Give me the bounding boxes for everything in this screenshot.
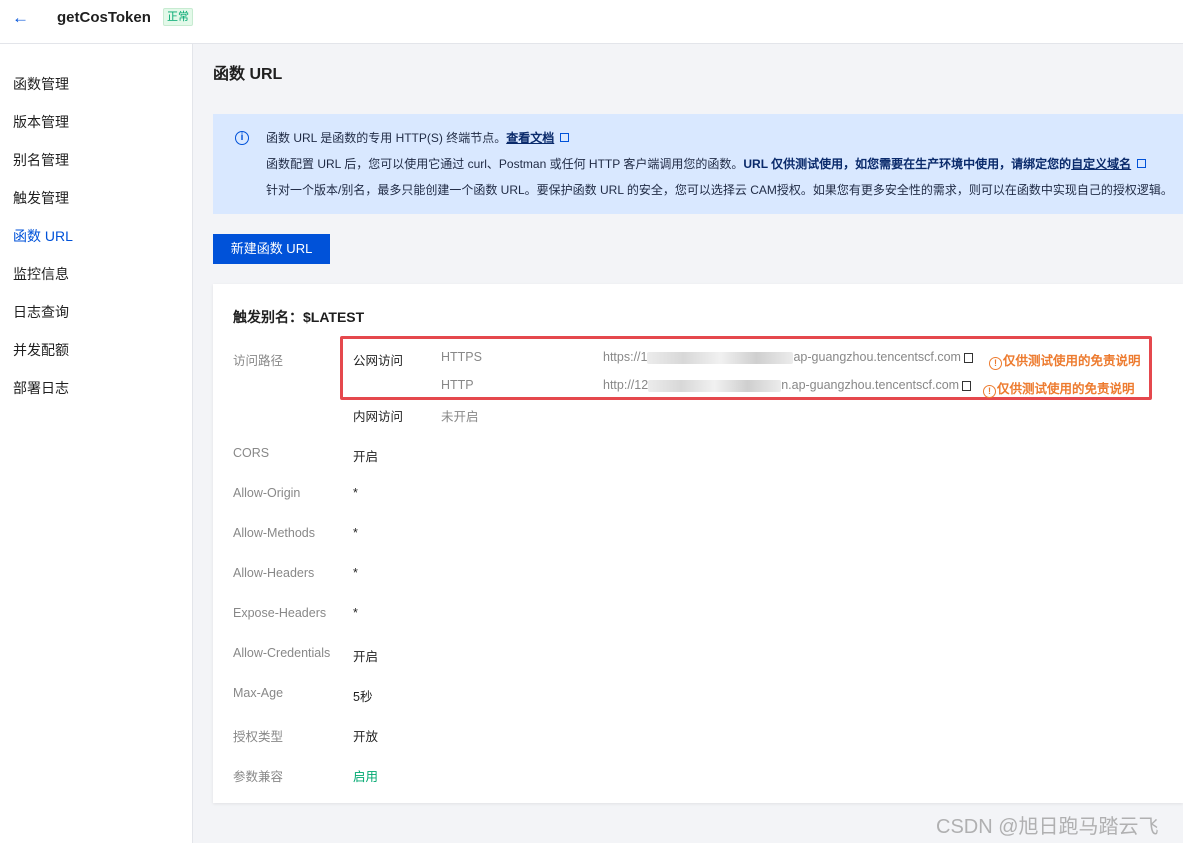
- info-line-3: 针对一个版本/别名，最多只能创建一个函数 URL。要保护函数 URL 的安全，您…: [266, 183, 1173, 197]
- sidebar-item-alias-management[interactable]: 别名管理: [13, 150, 69, 170]
- redacted-area: [648, 379, 782, 392]
- param-compat-label: 参数兼容: [233, 770, 284, 784]
- top-bar: ← getCosToken 正常: [0, 0, 1183, 44]
- watermark: CSDN @旭日跑马踏云飞: [936, 816, 1159, 838]
- sidebar-item-version-management[interactable]: 版本管理: [13, 112, 69, 132]
- http-protocol: HTTP: [441, 378, 474, 392]
- allow-origin-value: *: [353, 486, 358, 500]
- cors-label: CORS: [233, 446, 270, 460]
- view-docs-link[interactable]: 查看文档: [506, 131, 554, 145]
- external-link-icon: [1137, 159, 1147, 168]
- custom-domain-link[interactable]: 自定义域名: [1071, 157, 1131, 171]
- status-badge: 正常: [163, 8, 193, 26]
- http-url-prefix: http://12: [603, 378, 649, 392]
- warning-icon: !: [989, 357, 1002, 370]
- cors-value: 开启: [353, 450, 379, 464]
- https-url-prefix: https://1: [603, 350, 648, 364]
- max-age-value: 5秒: [353, 690, 373, 704]
- trigger-alias-title: 触发别名：$LATEST: [233, 309, 365, 325]
- http-disclaimer-link[interactable]: ! 仅供测试使用的免责说明: [983, 378, 1135, 398]
- https-disclaimer-link[interactable]: ! 仅供测试使用的免责说明: [989, 350, 1141, 370]
- sidebar-item-trigger-management[interactable]: 触发管理: [13, 188, 69, 208]
- create-function-url-button[interactable]: 新建函数 URL: [213, 234, 330, 264]
- allow-methods-value: *: [353, 526, 358, 540]
- private-access-value: 未开启: [441, 410, 479, 424]
- info-line-1: 函数 URL 是函数的专用 HTTP(S) 终端节点。查看文档: [266, 129, 570, 147]
- private-access-label: 内网访问: [353, 410, 404, 424]
- allow-headers-value: *: [353, 566, 358, 580]
- auth-type-label: 授权类型: [233, 730, 284, 744]
- http-url: http://12 n.ap-guangzhou.tencentscf.com: [603, 378, 972, 392]
- function-name: getCosToken: [57, 9, 151, 26]
- sidebar-item-function-management[interactable]: 函数管理: [13, 74, 69, 94]
- https-url: https://1 ap-guangzhou.tencentscf.com: [603, 350, 973, 364]
- page-title: 函数 URL: [213, 66, 283, 83]
- copy-icon[interactable]: [962, 380, 972, 391]
- sidebar-item-monitoring[interactable]: 监控信息: [13, 264, 69, 284]
- expose-headers-label: Expose-Headers: [233, 606, 327, 620]
- external-link-icon: [560, 133, 570, 142]
- arrow-left-icon[interactable]: ←: [12, 8, 30, 28]
- public-access-label: 公网访问: [353, 354, 404, 368]
- info-text-2: 函数配置 URL 后，您可以使用它通过 curl、Postman 或任何 HTT…: [266, 157, 744, 171]
- allow-origin-label: Allow-Origin: [233, 486, 301, 500]
- allow-credentials-value: 开启: [353, 650, 379, 664]
- access-path-label: 访问路径: [233, 354, 284, 368]
- http-disclaimer-text: 仅供测试使用的免责说明: [997, 382, 1135, 396]
- info-bold-text: URL 仅供测试使用，如您需要在生产环境中使用，请绑定您的: [743, 157, 1072, 171]
- param-compat-value: 启用: [353, 770, 379, 784]
- sidebar: 函数管理 版本管理 别名管理 触发管理 函数 URL 监控信息 日志查询 并发配…: [0, 44, 193, 843]
- warning-icon: !: [983, 385, 996, 398]
- main-content: 函数 URL i 函数 URL 是函数的专用 HTTP(S) 终端节点。查看文档…: [193, 44, 1183, 843]
- sidebar-item-concurrency-quota[interactable]: 并发配额: [13, 340, 69, 360]
- sidebar-item-function-url[interactable]: 函数 URL: [13, 226, 73, 246]
- http-url-suffix: n.ap-guangzhou.tencentscf.com: [781, 378, 960, 392]
- allow-credentials-label: Allow-Credentials: [233, 646, 331, 660]
- auth-type-value: 开放: [353, 730, 379, 744]
- https-disclaimer-text: 仅供测试使用的免责说明: [1003, 354, 1141, 368]
- allow-methods-label: Allow-Methods: [233, 526, 315, 540]
- info-text-1: 函数 URL 是函数的专用 HTTP(S) 终端节点。: [266, 131, 507, 145]
- sidebar-item-deploy-log[interactable]: 部署日志: [13, 378, 69, 398]
- info-notice: i 函数 URL 是函数的专用 HTTP(S) 终端节点。查看文档 函数配置 U…: [213, 114, 1183, 214]
- sidebar-item-log-query[interactable]: 日志查询: [13, 302, 69, 322]
- https-protocol: HTTPS: [441, 350, 482, 364]
- info-icon: i: [235, 131, 249, 145]
- function-url-card: 触发别名：$LATEST 访问路径 公网访问 HTTPS https://1 ap…: [213, 284, 1183, 803]
- allow-headers-label: Allow-Headers: [233, 566, 315, 580]
- https-url-suffix: ap-guangzhou.tencentscf.com: [793, 350, 961, 364]
- redacted-area: [647, 351, 794, 364]
- max-age-label: Max-Age: [233, 686, 284, 700]
- expose-headers-value: *: [353, 606, 358, 620]
- info-line-2: 函数配置 URL 后，您可以使用它通过 curl、Postman 或任何 HTT…: [266, 155, 1147, 173]
- copy-icon[interactable]: [963, 352, 973, 363]
